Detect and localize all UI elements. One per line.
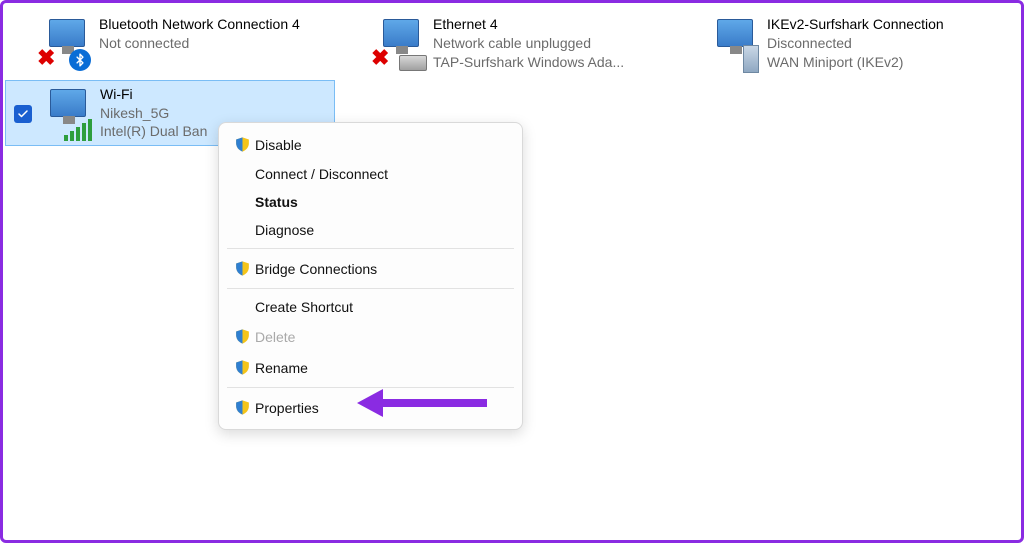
shield-icon xyxy=(229,259,255,278)
menu-item-label: Connect / Disconnect xyxy=(255,166,508,182)
menu-status[interactable]: Status xyxy=(219,188,522,216)
shield-icon xyxy=(229,398,255,417)
annotation-arrow-icon xyxy=(357,383,487,423)
adapter-status: Network cable unplugged xyxy=(433,34,624,53)
bluetooth-icon xyxy=(69,49,91,71)
adapter-status: Disconnected xyxy=(767,34,944,53)
adapter-name: Bluetooth Network Connection 4 xyxy=(99,15,300,34)
bluetooth-adapter-icon: ✖ xyxy=(37,15,93,71)
menu-item-label: Diagnose xyxy=(255,222,508,238)
ethernet-plug-icon xyxy=(399,55,427,71)
menu-connect-disconnect[interactable]: Connect / Disconnect xyxy=(219,160,522,188)
adapter-name: Wi-Fi xyxy=(100,85,207,104)
ethernet-adapter-icon: ✖ xyxy=(371,15,427,71)
menu-create-shortcut[interactable]: Create Shortcut xyxy=(219,293,522,321)
menu-item-label: Disable xyxy=(255,137,508,153)
adapter-device: WAN Miniport (IKEv2) xyxy=(767,53,944,72)
menu-bridge-connections[interactable]: Bridge Connections xyxy=(219,253,522,284)
menu-diagnose[interactable]: Diagnose xyxy=(219,216,522,244)
menu-rename[interactable]: Rename xyxy=(219,352,522,383)
adapter-ethernet[interactable]: ✖ Ethernet 4 Network cable unplugged TAP… xyxy=(339,11,669,76)
menu-disable[interactable]: Disable xyxy=(219,129,522,160)
menu-item-label: Create Shortcut xyxy=(255,299,508,315)
menu-separator xyxy=(227,288,514,289)
wifi-adapter-icon xyxy=(38,85,94,141)
adapter-name: Ethernet 4 xyxy=(433,15,624,34)
menu-item-label: Delete xyxy=(255,329,508,345)
menu-item-label: Status xyxy=(255,194,508,210)
selected-check-icon xyxy=(14,105,32,123)
adapter-device: Intel(R) Dual Ban xyxy=(100,122,207,141)
adapter-device: TAP-Surfshark Windows Ada... xyxy=(433,53,624,72)
vpn-adapter-icon xyxy=(705,15,761,71)
adapter-ssid: Nikesh_5G xyxy=(100,104,207,123)
shield-icon xyxy=(229,358,255,377)
shield-icon xyxy=(229,327,255,346)
shield-icon xyxy=(229,135,255,154)
menu-delete: Delete xyxy=(219,321,522,352)
adapter-bluetooth[interactable]: ✖ Bluetooth Network Connection 4 Not con… xyxy=(5,11,335,76)
menu-separator xyxy=(227,248,514,249)
adapter-status: Not connected xyxy=(99,34,300,53)
menu-item-label: Bridge Connections xyxy=(255,261,508,277)
server-icon xyxy=(743,45,759,73)
wifi-signal-icon xyxy=(64,119,92,141)
menu-item-label: Rename xyxy=(255,360,508,376)
disconnected-x-icon: ✖ xyxy=(371,45,389,71)
adapter-ikev2[interactable]: IKEv2-Surfshark Connection Disconnected … xyxy=(673,11,1003,76)
adapter-name: IKEv2-Surfshark Connection xyxy=(767,15,944,34)
disconnected-x-icon: ✖ xyxy=(37,45,55,71)
